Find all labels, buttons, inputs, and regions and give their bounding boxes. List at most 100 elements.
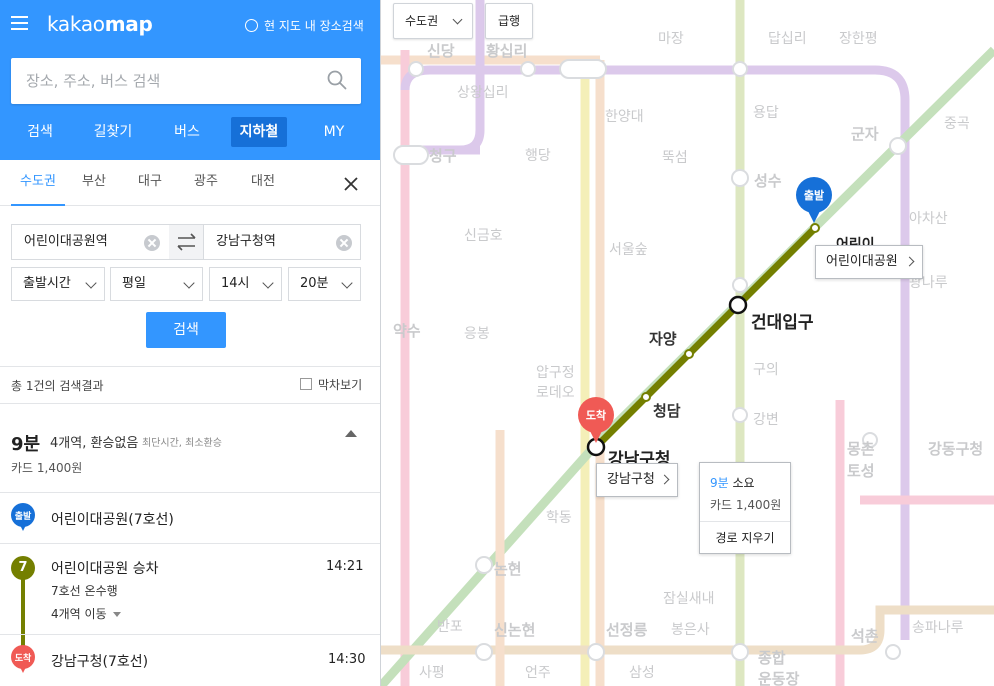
hour-value: 14시 (221, 276, 250, 291)
map-station-label: 행당 (525, 148, 551, 164)
collapse-icon[interactable] (345, 430, 357, 437)
local-search-label: 현 지도 내 장소검색 (264, 19, 364, 33)
route-info: 4개역, 환승없음 (50, 436, 139, 451)
divider (0, 366, 380, 367)
region-tab-busan[interactable]: 부산 (82, 160, 106, 206)
tab-bus[interactable]: 버스 (163, 117, 211, 147)
map-station-label: 한양대 (605, 109, 644, 125)
line7-badge: 7 (11, 556, 35, 580)
last-train-checkbox[interactable] (300, 378, 312, 390)
map-station-label: 몽촌 (847, 440, 875, 458)
tab-my[interactable]: MY (312, 117, 356, 147)
end-time: 14:30 (328, 652, 366, 667)
konkuk-station-label[interactable]: 건대입구 (751, 308, 814, 333)
destination-field[interactable]: 강남구청역 (203, 224, 361, 260)
map-station-label: 신당 (427, 42, 455, 60)
map-station-label: 마장 (658, 31, 684, 47)
map-station-label: 용답 (753, 105, 779, 121)
dest-callout-label: 강남구청 (607, 472, 655, 487)
map-station-label: 언주 (525, 665, 551, 681)
stops-toggle[interactable]: 4개역 이동 (51, 605, 122, 622)
map-station-label: 삼성 (629, 665, 655, 681)
origin-callout-label: 어린이대공원 (826, 254, 898, 269)
divider (0, 634, 380, 635)
map-station-label: 종합 (758, 649, 786, 667)
time-type-select[interactable]: 출발시간 (11, 267, 105, 301)
map-region-select[interactable]: 수도권 (393, 3, 473, 39)
map-end-pin-icon[interactable]: 도착 (578, 397, 614, 443)
close-icon[interactable] (343, 176, 359, 192)
chevron-right-icon (659, 474, 670, 485)
map-station-label: 송파나루 (912, 620, 964, 636)
map-station-label: 중곡 (944, 116, 970, 132)
local-search-toggle[interactable]: 현 지도 내 장소검색 (245, 17, 364, 34)
end-pin-icon: 도착 (11, 645, 35, 677)
origin-field[interactable]: 어린이대공원역 (11, 224, 170, 260)
sidebar: kakaomap 현 지도 내 장소검색 검색 길찾기 버스 지하철 MY 수도… (0, 0, 381, 686)
region-tab-daejeon[interactable]: 대전 (251, 160, 275, 206)
tab-search[interactable]: 검색 (14, 117, 66, 147)
map-lines (381, 0, 994, 686)
search-box (11, 58, 361, 104)
map-station-label: 장한평 (839, 31, 878, 47)
map-station-label: 봉은사 (671, 622, 710, 638)
map-station-label: 논현 (494, 560, 522, 578)
jayang-station-label[interactable]: 자양 (649, 328, 677, 349)
swap-icon (177, 233, 196, 251)
popup-fare: 카드 1,400원 (710, 498, 782, 512)
line7-route-bar (21, 578, 25, 650)
menu-icon[interactable] (11, 16, 28, 30)
search-button[interactable]: 검색 (146, 312, 226, 348)
map-station-label: 상왕십리 (457, 85, 509, 101)
divider (0, 403, 380, 404)
end-station[interactable]: 강남구청(7호선) (51, 651, 148, 671)
subway-map[interactable]: 신당 황십리 마장 답십리 장한평 상왕십리 한양대 용답 군자 중곡 청구 행… (381, 0, 994, 686)
express-button[interactable]: 급행 (485, 3, 533, 39)
map-station-label: 운동장 (758, 670, 800, 686)
map-station-label: 압구정 (536, 365, 575, 381)
region-tab-gwangju[interactable]: 광주 (194, 160, 218, 206)
board-time: 14:21 (326, 559, 364, 574)
origin-value: 어린이대공원역 (24, 234, 108, 249)
map-station-label: 강동구청 (928, 440, 984, 458)
region-tab-capital[interactable]: 수도권 (11, 160, 65, 206)
hour-select[interactable]: 14시 (209, 267, 282, 301)
map-start-pin-icon[interactable]: 출발 (796, 177, 832, 223)
app-logo[interactable]: kakaomap (47, 12, 153, 36)
map-station-label: 잠실새내 (663, 591, 715, 607)
day-type-value: 평일 (122, 276, 146, 291)
chevron-down-icon (341, 277, 353, 289)
map-station-label: 응봉 (464, 326, 490, 342)
popup-duration: 9분 소요 (710, 476, 755, 490)
dest-callout[interactable]: 강남구청 (596, 463, 678, 497)
swap-button[interactable] (169, 224, 204, 260)
map-station-label: 구의 (753, 362, 779, 378)
map-station-label: 답십리 (768, 31, 807, 47)
last-train-label[interactable]: 막차보기 (318, 376, 362, 393)
clear-route-button[interactable]: 경로 지우기 (700, 521, 790, 553)
tab-subway[interactable]: 지하철 (231, 117, 287, 147)
search-input[interactable] (11, 58, 311, 104)
tab-directions[interactable]: 길찾기 (86, 117, 140, 147)
region-tab-daegu[interactable]: 대구 (138, 160, 162, 206)
start-station[interactable]: 어린이대공원(7호선) (51, 509, 174, 529)
divider (0, 543, 380, 544)
map-station-label: 신금호 (464, 228, 503, 244)
origin-callout[interactable]: 어린이대공원 (815, 245, 923, 279)
cheongdam-station-label[interactable]: 청담 (653, 400, 681, 421)
search-icon[interactable] (327, 70, 347, 90)
clear-destination-icon[interactable] (336, 235, 352, 251)
minute-value: 20분 (300, 276, 329, 291)
main-nav: 검색 길찾기 버스 지하철 MY (0, 117, 380, 147)
map-station-label: 황십리 (486, 42, 528, 60)
day-type-select[interactable]: 평일 (110, 267, 203, 301)
map-station-label: 아차산 (909, 211, 948, 227)
start-pin-icon: 출발 (11, 503, 35, 535)
minute-select[interactable]: 20분 (288, 267, 361, 301)
map-station-label: 반포 (437, 619, 463, 635)
clear-origin-icon[interactable] (144, 235, 160, 251)
board-station: 어린이대공원 승차 (51, 561, 159, 577)
map-station-label: 학동 (546, 510, 572, 526)
radio-icon[interactable] (245, 19, 258, 32)
map-station-label: 로데오 (536, 385, 575, 401)
